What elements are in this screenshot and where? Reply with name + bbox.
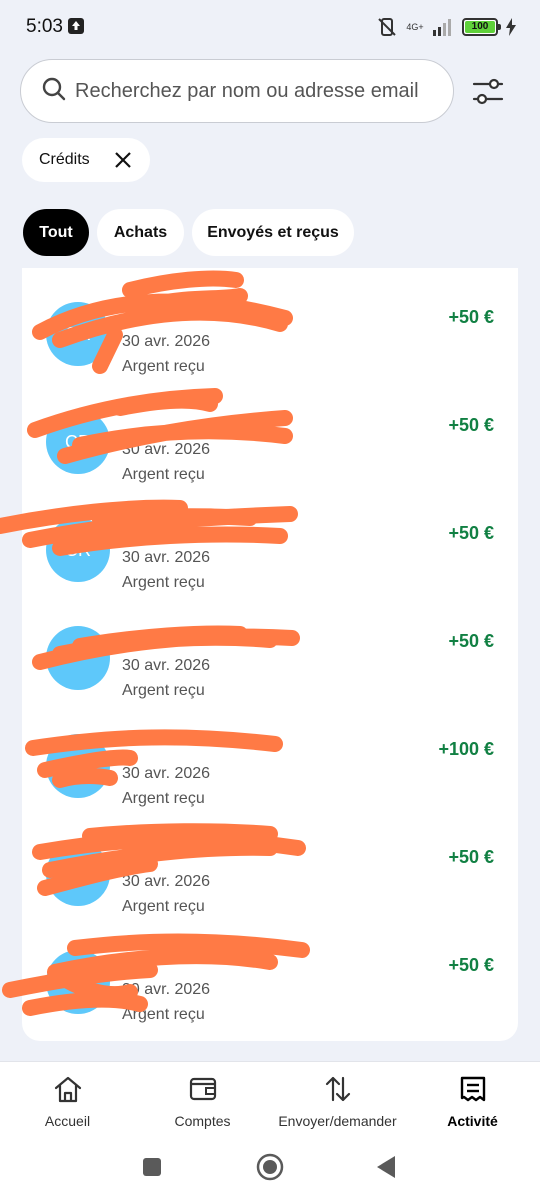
transaction-row[interactable]: CR 30 avr. 2026 Argent reçu +50 € (22, 376, 518, 484)
transaction-date: 30 avr. 2026 (122, 765, 211, 782)
battery-icon: 100 (462, 18, 501, 36)
avatar: CR (46, 302, 110, 366)
filter-chip-label: Crédits (39, 151, 90, 168)
search-input[interactable] (75, 79, 435, 103)
transaction-type: Argent reçu (122, 682, 205, 699)
transaction-amount: +100 € (438, 739, 494, 759)
transaction-list: CR 30 avr. 2026 Argent reçu +50 € CR 30 … (22, 268, 518, 1041)
transaction-amount: +50 € (448, 415, 494, 435)
nav-item-envoyer-demander[interactable]: Envoyer/demander (270, 1074, 405, 1129)
home-circle-icon[interactable] (256, 1153, 284, 1186)
avatar: CR (46, 410, 110, 474)
transaction-date: 30 avr. 2026 (122, 549, 211, 566)
nav-label: Activité (447, 1113, 498, 1129)
system-nav-bar (0, 1141, 540, 1200)
activity-tabs: Tout Achats Envoyés et reçus (23, 209, 354, 256)
search-bar[interactable] (20, 59, 454, 123)
transaction-row[interactable]: CR 30 avr. 2026 Argent reçu +50 € (22, 484, 518, 592)
transaction-type: Argent reçu (122, 466, 205, 483)
transaction-row[interactable]: 30 avr. 2026 Argent reçu +100 € (22, 700, 518, 808)
status-time: 5:03 (26, 16, 63, 37)
mute-icon (376, 16, 398, 38)
nav-item-comptes[interactable]: Comptes (135, 1074, 270, 1129)
search-icon (41, 76, 67, 107)
transaction-date: 30 avr. 2026 (122, 333, 211, 350)
home-icon (54, 1076, 81, 1103)
transfer-arrows-icon (325, 1076, 350, 1102)
transaction-type: Argent reçu (122, 1006, 205, 1023)
transaction-amount: +50 € (448, 307, 494, 327)
transaction-date: 30 avr. 2026 (122, 657, 211, 674)
transaction-type: Argent reçu (122, 358, 205, 375)
receipt-icon (460, 1076, 485, 1102)
bottom-nav: Accueil Comptes Envoyer/demander Activit… (0, 1061, 540, 1141)
transaction-row[interactable]: 30 avr. 2026 Argent reçu +50 € (22, 916, 518, 1024)
filter-chip-credits[interactable]: Crédits (22, 138, 150, 182)
nav-label: Comptes (174, 1113, 231, 1129)
close-icon[interactable] (114, 151, 132, 174)
tab-envoyes-recus[interactable]: Envoyés et reçus (192, 209, 354, 256)
nav-label: Accueil (44, 1113, 91, 1129)
nav-item-accueil[interactable]: Accueil (0, 1074, 135, 1129)
transaction-date: 30 avr. 2026 (122, 873, 211, 890)
transaction-row[interactable]: 30 avr. 2026 Argent reçu +50 € (22, 808, 518, 916)
recents-icon[interactable] (142, 1157, 162, 1182)
wallet-icon (189, 1077, 216, 1101)
transaction-row[interactable]: CR 30 avr. 2026 Argent reçu +50 € (22, 268, 518, 376)
nav-item-activite[interactable]: Activité (405, 1074, 540, 1129)
avatar (46, 842, 110, 906)
transaction-type: Argent reçu (122, 790, 205, 807)
avatar (46, 950, 110, 1014)
transaction-amount: +50 € (448, 955, 494, 975)
transaction-row[interactable]: 30 avr. 2026 Argent reçu +50 € (22, 592, 518, 700)
transaction-amount: +50 € (448, 847, 494, 867)
tab-achats[interactable]: Achats (97, 209, 184, 256)
back-icon[interactable] (376, 1155, 396, 1184)
status-icons: 4G+ 100 (376, 16, 516, 38)
tab-tout[interactable]: Tout (23, 209, 89, 256)
transaction-date: 30 avr. 2026 (122, 441, 211, 458)
sliders-icon (472, 78, 504, 105)
nav-label: Envoyer/demander (278, 1113, 397, 1129)
avatar (46, 734, 110, 798)
battery-level: 100 (471, 21, 489, 32)
charging-bolt-icon (506, 18, 516, 36)
status-bar: 5:03 4G+ 100 (0, 0, 540, 56)
avatar (46, 626, 110, 690)
signal-icon (432, 18, 454, 36)
upload-icon (68, 18, 84, 34)
transaction-type: Argent reçu (122, 898, 205, 915)
transaction-date: 30 avr. 2026 (122, 981, 211, 998)
filter-button[interactable] (470, 76, 506, 108)
transaction-amount: +50 € (448, 631, 494, 651)
avatar: CR (46, 518, 110, 582)
transaction-amount: +50 € (448, 523, 494, 543)
network-label: 4G+ (406, 21, 424, 32)
transaction-type: Argent reçu (122, 574, 205, 591)
